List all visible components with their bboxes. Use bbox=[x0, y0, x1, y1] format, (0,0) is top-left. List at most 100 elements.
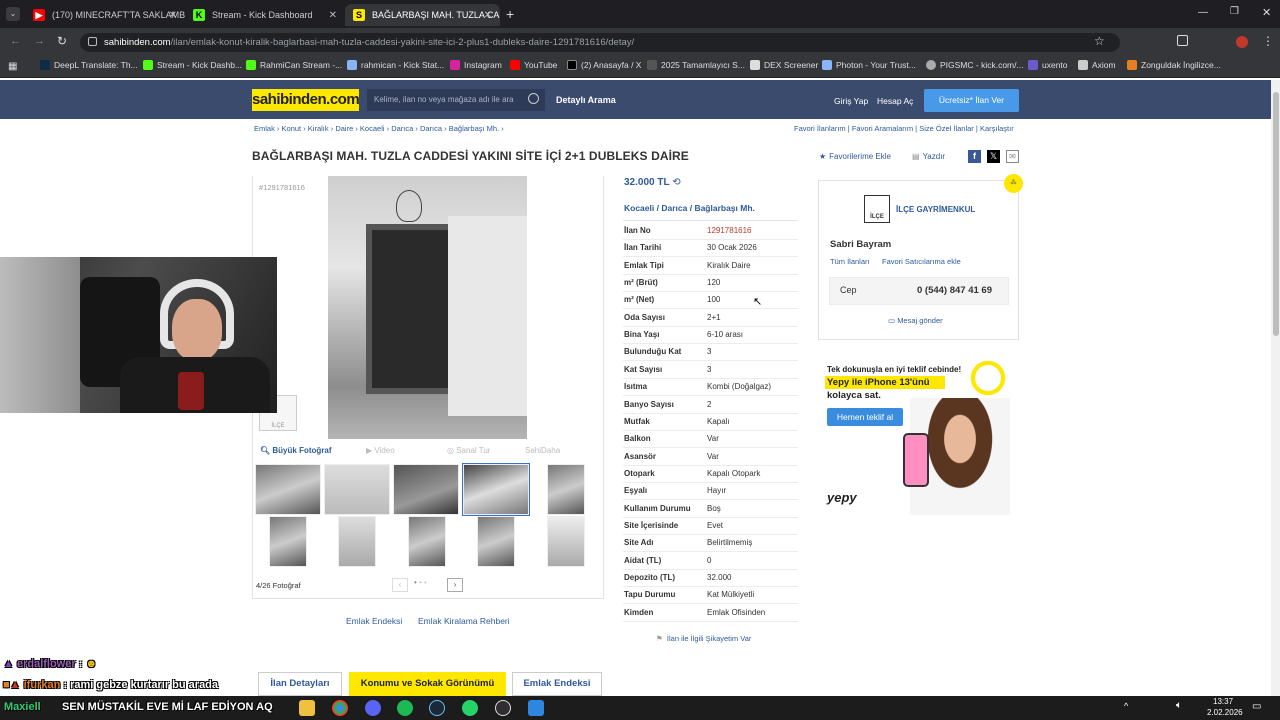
volume-icon[interactable]: 🔈︎ bbox=[1176, 700, 1182, 711]
file-explorer-icon[interactable] bbox=[299, 700, 315, 716]
thumbnail[interactable] bbox=[338, 516, 376, 567]
thumbnail-selected[interactable] bbox=[462, 463, 530, 516]
breadcrumb-item[interactable]: Daire bbox=[335, 124, 353, 133]
next-page-button[interactable]: › bbox=[447, 578, 463, 592]
phone-number[interactable]: 0 (544) 847 41 69 bbox=[917, 285, 992, 296]
send-message-link[interactable]: ▭ Mesaj gönder bbox=[888, 316, 943, 325]
bookmark-kick-dashboard[interactable]: Stream - Kick Dashb... bbox=[143, 60, 242, 70]
add-favorite-button[interactable]: ★ Favorilerime Ekle bbox=[819, 152, 891, 161]
breadcrumb-item[interactable]: Darıca bbox=[420, 124, 442, 133]
tab-youtube[interactable]: ▶ (170) MINECRAFT'TA SAKLAMB ✕ bbox=[25, 4, 185, 26]
badge-icon[interactable]: ⁂ bbox=[1004, 174, 1023, 193]
breadcrumb-item[interactable]: Emlak bbox=[254, 124, 275, 133]
close-window-icon[interactable]: ✕ bbox=[1262, 6, 1271, 19]
detailed-search-link[interactable]: Detaylı Arama bbox=[556, 95, 616, 105]
thumbnail[interactable] bbox=[547, 516, 585, 567]
spotify-icon[interactable] bbox=[397, 700, 413, 716]
location-city[interactable]: Kocaeli bbox=[624, 203, 654, 213]
forward-icon[interactable]: → bbox=[34, 35, 45, 47]
site-logo[interactable]: sahibinden.com bbox=[252, 89, 360, 111]
thumbnail[interactable] bbox=[547, 464, 585, 515]
location-neighborhood[interactable]: Bağlarbaşı Mh. bbox=[694, 203, 754, 213]
bookmark-2025[interactable]: 2025 Tamamlayıcı S... bbox=[647, 60, 745, 70]
favorite-listings-link[interactable]: Favori İlanlarım bbox=[794, 124, 846, 133]
big-photo-button[interactable]: 🔍︎ Büyük Fotoğraf bbox=[260, 446, 332, 455]
breadcrumb-item[interactable]: Konut bbox=[282, 124, 302, 133]
search-input[interactable]: Kelime, ilan no veya mağaza adı ile ara bbox=[367, 89, 545, 111]
tab-list-icon[interactable]: ⌄ bbox=[6, 7, 20, 21]
whatsapp-icon[interactable] bbox=[462, 700, 478, 716]
close-icon[interactable]: ✕ bbox=[329, 10, 337, 21]
thumbnail[interactable] bbox=[408, 516, 446, 567]
clock-date[interactable]: 2.02.2026 bbox=[1207, 708, 1243, 717]
url-field[interactable]: sahibinden.com/ilan/emlak-konut-kiralik-… bbox=[80, 33, 1120, 52]
menu-icon[interactable]: ⋮ bbox=[1262, 34, 1274, 48]
emlak-endeksi-link[interactable]: Emlak Endeksi bbox=[346, 616, 402, 626]
apps-icon[interactable]: ▦ bbox=[8, 61, 17, 72]
close-icon[interactable]: ✕ bbox=[169, 10, 177, 21]
close-icon[interactable]: ✕ bbox=[484, 10, 492, 21]
history-icon[interactable]: ⟲ bbox=[672, 177, 680, 188]
register-link[interactable]: Hesap Aç bbox=[877, 96, 913, 106]
bookmark-kick-stats[interactable]: rahmican - Kick Stat... bbox=[347, 60, 444, 70]
steam-icon[interactable] bbox=[429, 700, 445, 716]
tab-kick[interactable]: K Stream - Kick Dashboard ✕ bbox=[185, 4, 345, 26]
email-share-icon[interactable]: ✉ bbox=[1006, 150, 1019, 163]
bookmark-deepl[interactable]: DeepL Translate: Th... bbox=[40, 60, 138, 70]
thumbnail[interactable] bbox=[324, 464, 390, 515]
chrome-icon[interactable] bbox=[332, 700, 348, 716]
prev-page-button[interactable]: ‹ bbox=[392, 578, 408, 592]
maximize-icon[interactable]: ❐ bbox=[1230, 6, 1239, 17]
app-icon[interactable] bbox=[528, 700, 544, 716]
tab-location-street-view[interactable]: Konumu ve Sokak Görünümü bbox=[349, 672, 506, 696]
add-favorite-seller-link[interactable]: Favori Satıcılarıma ekle bbox=[882, 257, 961, 266]
agency-logo[interactable]: İLÇE bbox=[864, 195, 890, 223]
extensions-icon[interactable] bbox=[1177, 35, 1188, 46]
main-photo[interactable] bbox=[328, 176, 527, 439]
bookmark-axiom[interactable]: Axiom bbox=[1078, 60, 1116, 70]
bookmark-photon[interactable]: Photon - Your Trust... bbox=[822, 60, 916, 70]
tab-sahibinden[interactable]: S BAĞLARBAŞI MAH. TUZLA CADD ✕ bbox=[345, 4, 500, 26]
agency-name[interactable]: İLÇE GAYRİMENKUL bbox=[896, 205, 975, 214]
scrollbar-thumb[interactable] bbox=[1273, 92, 1279, 336]
location-district[interactable]: Darıca bbox=[661, 203, 687, 213]
bookmark-pigsmc[interactable]: PIGSMC - kick.com/... bbox=[926, 60, 1024, 70]
reload-icon[interactable]: ↻ bbox=[57, 34, 67, 48]
free-ad-button[interactable]: Ücretsiz* İlan Ver bbox=[924, 89, 1019, 112]
new-tab-button[interactable]: + bbox=[506, 6, 514, 22]
facebook-share-icon[interactable]: f bbox=[968, 150, 981, 163]
bookmark-dex[interactable]: DEX Screener bbox=[750, 60, 818, 70]
site-info-icon[interactable] bbox=[88, 37, 97, 46]
thumbnail[interactable] bbox=[269, 516, 307, 567]
thumbnail[interactable] bbox=[393, 464, 459, 515]
obs-icon[interactable] bbox=[495, 700, 511, 716]
breadcrumb-item[interactable]: Bağlarbaşı Mh. bbox=[449, 124, 499, 133]
notification-icon[interactable]: ▭ bbox=[1252, 701, 1261, 712]
tab-real-estate-index[interactable]: Emlak Endeksi bbox=[512, 672, 602, 696]
tab-listing-details[interactable]: İlan Detayları bbox=[258, 672, 342, 696]
ad-cta-button[interactable]: Hemen teklif al bbox=[827, 408, 903, 426]
print-button[interactable]: ▤ Yazdır bbox=[912, 152, 945, 161]
advertisement[interactable]: Tek dokunuşla en iyi teklif cebinde! Yep… bbox=[818, 348, 1019, 515]
compare-link[interactable]: Karşılaştır bbox=[980, 124, 1014, 133]
thumbnail[interactable] bbox=[477, 516, 515, 567]
bookmark-star-icon[interactable]: ☆ bbox=[1094, 34, 1105, 48]
bookmark-youtube[interactable]: YouTube bbox=[510, 60, 557, 70]
all-listings-link[interactable]: Tüm İlanları bbox=[830, 257, 870, 266]
profile-avatar[interactable] bbox=[1236, 36, 1248, 48]
breadcrumb-item[interactable]: Darıca bbox=[391, 124, 413, 133]
favorite-searches-link[interactable]: Favori Aramalarım bbox=[852, 124, 913, 133]
search-icon[interactable] bbox=[528, 93, 539, 104]
breadcrumb-item[interactable]: Kocaeli bbox=[360, 124, 385, 133]
login-link[interactable]: Giriş Yap bbox=[834, 96, 868, 106]
breadcrumb-item[interactable]: Kiralık bbox=[308, 124, 329, 133]
clock-time[interactable]: 13:37 bbox=[1213, 697, 1233, 706]
bookmark-uxento[interactable]: uxento bbox=[1028, 60, 1068, 70]
tray-up-icon[interactable]: ^ bbox=[1124, 701, 1128, 711]
special-listings-link[interactable]: Size Özel İlanlar bbox=[919, 124, 974, 133]
complaint-link[interactable]: ⚑ İlan ile İlgili Şikayetim Var bbox=[656, 634, 751, 643]
bookmark-rahmican[interactable]: RahmiCan Stream -... bbox=[246, 60, 342, 70]
back-icon[interactable]: ← bbox=[10, 35, 21, 47]
bookmark-instagram[interactable]: Instagram bbox=[450, 60, 502, 70]
thumbnail[interactable] bbox=[255, 464, 321, 515]
